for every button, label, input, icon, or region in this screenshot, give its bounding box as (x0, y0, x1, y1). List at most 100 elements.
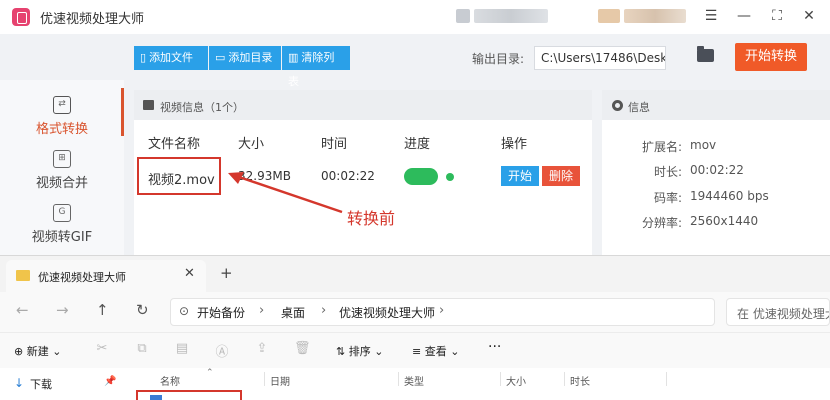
col-header-filename[interactable]: 名称 (160, 373, 180, 388)
info-panel: 信息 扩展名: mov 时长: 00:02:22 码率: 1944460 bps… (602, 90, 830, 255)
file-name-cell: 视频2.mov (148, 173, 215, 188)
video-file-icon (150, 395, 162, 400)
sidebar-item-label: 视频合并 (35, 176, 88, 191)
back-icon[interactable]: ← (16, 301, 29, 319)
start-convert-button[interactable]: 开始转换 (735, 43, 807, 71)
address-seg-backup[interactable]: 开始备份 (197, 304, 245, 321)
video-app-window: 优速视频处理大师 ☰ — ⛶ ✕ ▯ 添加文件 ▭ 添加目录 ▥ 清除列表 输出目录:… (0, 0, 830, 255)
video-info-header: 视频信息（1个） (134, 90, 592, 120)
col-header-action: 操作 (501, 137, 528, 152)
menu-icon[interactable]: ☰ (700, 6, 722, 26)
search-input[interactable]: 在 优速视频处理大师 (726, 298, 830, 326)
file-icon: ▯ (140, 51, 147, 64)
search-placeholder: 在 优速视频处理大师 (737, 307, 829, 321)
paste-icon[interactable]: ▤ (174, 341, 190, 357)
add-dir-button[interactable]: ▭ 添加目录 (209, 46, 281, 70)
refresh-icon[interactable]: ↻ (136, 301, 149, 319)
info-key-bitrate: 码率: (653, 191, 682, 205)
column-divider[interactable] (500, 372, 501, 386)
view-label: 查看 (424, 345, 447, 358)
share-icon[interactable]: ⇪ (254, 341, 270, 357)
gif-icon: G (53, 204, 71, 222)
sidebar-item-video-to-gif[interactable]: G 视频转GIF (0, 198, 124, 254)
explorer-tab[interactable]: 优速视频处理大师 ✕ (6, 260, 206, 292)
col-header-progress: 进度 (404, 137, 431, 152)
app-logo-icon (12, 8, 30, 26)
info-value-resolution: 2560x1440 (690, 214, 759, 228)
address-seg-folder[interactable]: 优速视频处理大师 (339, 304, 435, 321)
row-delete-button[interactable]: 删除 (542, 166, 580, 186)
forward-icon[interactable]: → (56, 301, 69, 319)
view-button[interactable]: ≡ 查看 ⌄ (412, 343, 459, 359)
rename-icon[interactable]: Ⓐ (214, 341, 230, 360)
col-header-type[interactable]: 类型 (404, 373, 424, 388)
copy-icon[interactable]: ⧉ (134, 341, 150, 357)
file-explorer-window: 优速视频处理大师 ✕ + ← → ↑ ↻ ⊙ 开始备份 › 桌面 › 优速视频处… (0, 255, 830, 400)
col-header-filesize[interactable]: 大小 (506, 373, 526, 388)
col-header-size: 大小 (238, 137, 265, 152)
chevron-right-icon: › (321, 303, 327, 318)
info-title: 信息 (628, 101, 650, 114)
new-tab-icon[interactable]: + (220, 264, 233, 282)
col-header-duration[interactable]: 时长 (570, 373, 590, 388)
chevron-right-icon: › (259, 303, 265, 318)
video-info-title: 视频信息（1个） (160, 101, 244, 114)
info-key-resolution: 分辨率: (641, 216, 682, 230)
add-dir-label: 添加目录 (228, 51, 273, 64)
done-check-icon (446, 173, 454, 181)
cut-icon[interactable]: ✂ (94, 341, 110, 357)
col-header-date[interactable]: 日期 (270, 373, 290, 388)
column-divider[interactable] (666, 372, 667, 386)
output-dir-label: 输出目录: (472, 52, 525, 66)
file-view: ↓ 下载 📌 ⌃ 名称 日期 类型 大小 时长 (0, 368, 830, 400)
annotation-label: 转换前 (347, 209, 396, 228)
convert-icon: ⇄ (53, 96, 71, 114)
user-avatar-blurred[interactable] (456, 9, 470, 23)
close-icon[interactable]: ✕ (798, 6, 820, 26)
address-seg-desktop[interactable]: 桌面 (281, 304, 305, 321)
info-value-ext: mov (690, 138, 717, 152)
row-start-button[interactable]: 开始 (501, 166, 539, 186)
backup-icon: ⊙ (179, 304, 190, 318)
more-icon[interactable]: ··· (488, 339, 501, 355)
download-icon: ↓ (14, 376, 25, 390)
sidebar-item-format-convert[interactable]: ⇄ 格式转换 (0, 90, 124, 146)
sort-caret-icon: ⌃ (206, 368, 214, 378)
sort-button[interactable]: ⇅ 排序 ⌄ (336, 343, 383, 359)
col-header-name: 文件名称 (148, 137, 201, 152)
delete-icon[interactable]: 🗑 (294, 341, 311, 357)
add-file-button[interactable]: ▯ 添加文件 (134, 46, 208, 70)
tab-close-icon[interactable]: ✕ (184, 266, 195, 281)
info-key-ext: 扩展名: (641, 140, 682, 154)
column-divider[interactable] (398, 372, 399, 386)
up-icon[interactable]: ↑ (96, 301, 109, 319)
folder-small-icon: ▭ (215, 51, 226, 64)
clear-list-button[interactable]: ▥ 清除列表 (282, 46, 350, 88)
app-title: 优速视频处理大师 (40, 12, 145, 27)
chevron-right-icon: › (439, 303, 445, 318)
image-icon (143, 100, 154, 110)
info-key-duration: 时长: (653, 165, 682, 179)
output-path-field[interactable]: C:\Users\17486\Deskto (534, 46, 666, 70)
info-value-duration: 00:02:22 (690, 163, 744, 177)
browse-folder-icon[interactable] (697, 46, 714, 62)
new-label: 新建 (26, 345, 49, 358)
nav-item-downloads[interactable]: 下载 (30, 376, 52, 392)
sidebar-item-video-merge[interactable]: ⊞ 视频合并 (0, 144, 124, 200)
address-bar[interactable]: ⊙ 开始备份 › 桌面 › 优速视频处理大师 › (170, 298, 715, 326)
explorer-nav-bar: ← → ↑ ↻ ⊙ 开始备份 › 桌面 › 优速视频处理大师 › 在 优速视频处… (0, 292, 830, 332)
minimize-icon[interactable]: — (733, 6, 755, 26)
pin-icon[interactable]: 📌 (104, 376, 116, 387)
vip-avatar-blurred[interactable] (598, 9, 620, 23)
column-divider[interactable] (264, 372, 265, 386)
info-header: 信息 (602, 90, 830, 120)
folder-icon (16, 270, 30, 281)
user-name-blurred (474, 9, 548, 23)
info-value-bitrate: 1944460 bps (690, 189, 769, 203)
gear-icon (612, 100, 623, 111)
sidebar-item-label: 格式转换 (35, 122, 88, 137)
new-button[interactable]: ⊕ 新建 ⌄ (14, 343, 61, 359)
column-divider[interactable] (564, 372, 565, 386)
explorer-tab-title: 优速视频处理大师 (38, 271, 126, 284)
maximize-icon[interactable]: ⛶ (766, 6, 788, 26)
